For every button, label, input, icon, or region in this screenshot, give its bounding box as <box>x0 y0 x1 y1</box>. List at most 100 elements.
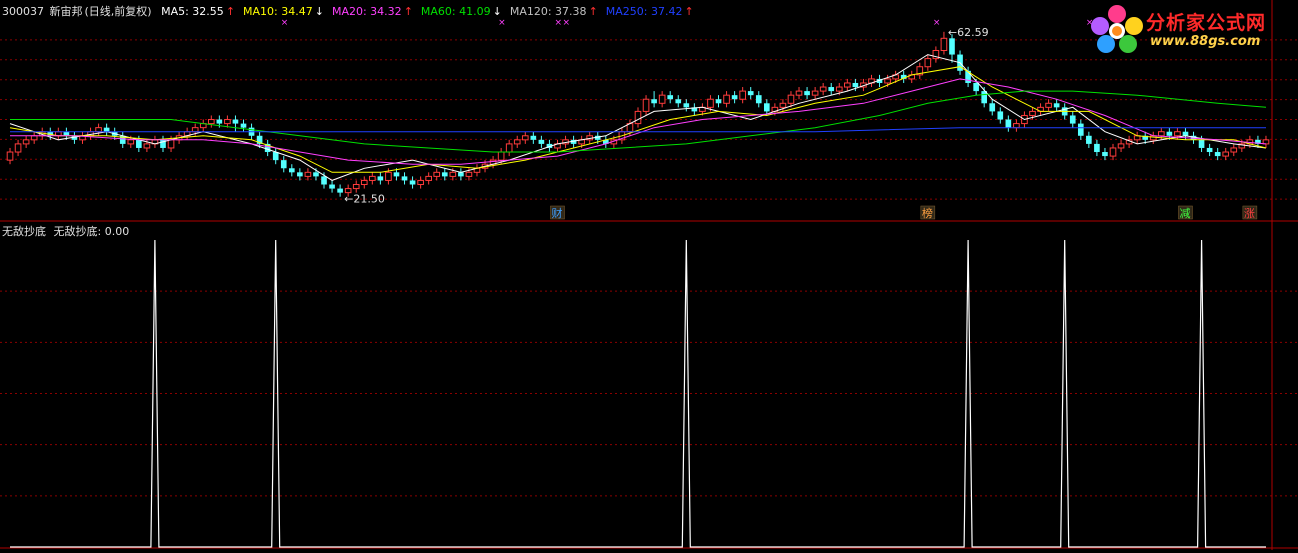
chart-canvas[interactable]: ←62.59←21.50× × × × × ×财榜减涨 <box>0 0 1298 550</box>
candle-body <box>1206 147 1213 153</box>
candle-body <box>1182 131 1189 136</box>
candle-body <box>360 179 368 186</box>
event-label: 榜 <box>922 206 933 220</box>
candle-body <box>787 94 795 104</box>
ma-legend-item: MA20: 34.32 <box>331 5 402 18</box>
ma-legend: MA5: 32.55 ↑ MA10: 34.47 ↓ MA20: 34.32 ↑ MA60:… <box>157 5 698 18</box>
candle-body <box>22 139 30 145</box>
candle-body <box>852 82 859 88</box>
candle-body <box>393 172 400 177</box>
candle-body <box>1230 147 1238 153</box>
candle-body <box>1214 152 1221 157</box>
candle-body <box>449 171 457 177</box>
flower-logo-icon <box>1091 5 1143 53</box>
candle-body <box>763 103 770 112</box>
candle-body <box>667 95 674 100</box>
candle-body <box>433 171 441 177</box>
candle-body <box>30 135 38 141</box>
candle-body <box>505 143 513 153</box>
candle-body <box>1069 115 1076 124</box>
candle-body <box>707 98 714 108</box>
candle-body <box>369 175 376 181</box>
candle-body <box>497 151 505 161</box>
candle-body <box>731 95 738 100</box>
candle-body <box>723 94 730 104</box>
candle-body <box>458 172 464 177</box>
candle-body <box>779 102 787 108</box>
candle-body <box>216 119 223 124</box>
indicator-value: 无敌抄底: 0.00 <box>53 225 130 238</box>
ma-trend-arrow: ↓ <box>314 5 324 18</box>
site-logo[interactable]: 分析家公式网 www.88gs.com <box>1090 4 1290 54</box>
candle-body <box>804 91 810 96</box>
candle-body <box>191 127 199 133</box>
candle-body <box>715 99 722 104</box>
chart-stage[interactable]: ←62.59 ←21.50 × × × × × × 财榜减涨 300037 新宙邦 (日线,前复权… <box>0 0 1298 550</box>
ma-legend-item: MA120: 37.38 <box>509 5 587 18</box>
candle-body <box>989 103 996 112</box>
event-marker: × <box>554 18 562 28</box>
candle-body <box>651 99 657 104</box>
candle-body <box>795 90 803 96</box>
candle-body <box>530 135 537 140</box>
ma-trend-arrow: ↓ <box>492 5 502 18</box>
candle-body <box>973 82 979 92</box>
candle-body <box>1045 102 1052 108</box>
candle-body <box>739 90 746 100</box>
candle-body <box>1109 147 1117 157</box>
candle-body <box>297 172 303 177</box>
candle-body <box>103 127 110 132</box>
candle-body <box>95 127 102 133</box>
candle-body <box>1086 135 1092 144</box>
candle-body <box>538 139 545 144</box>
event-marker: × <box>933 18 941 28</box>
candle-body <box>224 119 231 125</box>
ma-trend-arrow: ↑ <box>588 5 598 18</box>
candle-body <box>232 119 239 124</box>
candle-body <box>207 119 215 125</box>
candle-body <box>1198 139 1205 148</box>
candle-body <box>280 160 287 169</box>
candle-body <box>313 172 319 177</box>
candle-body <box>272 152 279 161</box>
ma-trend-arrow: ↑ <box>684 5 694 18</box>
candle-body <box>417 179 424 186</box>
event-label: 财 <box>551 206 562 220</box>
candle-body <box>441 172 448 177</box>
candle-body <box>329 184 335 189</box>
candle-body <box>1029 110 1036 116</box>
candle-body <box>1174 131 1181 137</box>
candle-body <box>288 168 295 173</box>
candle-body <box>642 98 650 112</box>
logo-url[interactable]: www.88gs.com <box>1150 34 1260 49</box>
high-price-label: ←62.59 <box>948 26 989 39</box>
candle-body <box>304 171 312 177</box>
ma-legend-item: MA250: 37.42 <box>605 5 683 18</box>
candle-body <box>337 188 343 193</box>
candle-body <box>675 99 682 104</box>
candle-body <box>352 184 360 190</box>
candle-body <box>811 90 819 96</box>
event-label: 涨 <box>1244 207 1255 220</box>
candle-body <box>377 176 384 181</box>
stock-name: 新宙邦 <box>49 5 83 18</box>
candle-body <box>884 78 891 84</box>
candle-body <box>1013 123 1020 129</box>
candle-body <box>844 82 851 88</box>
low-price-label: ←21.50 <box>344 193 385 206</box>
candle-body <box>136 139 142 148</box>
candle-body <box>1157 131 1165 137</box>
candle-body <box>1117 143 1125 149</box>
candle-body <box>513 139 521 145</box>
candle-body <box>385 171 392 181</box>
event-marker: × <box>281 18 289 28</box>
candle-body <box>240 123 247 128</box>
period-label: (日线,前复权) <box>84 5 152 18</box>
candle-body <box>143 143 151 149</box>
indicator-header: 无敌抄底 无敌抄底: 0.00 <box>2 223 129 239</box>
chart-header: 300037 新宙邦 (日线,前复权) MA5: 32.55 ↑ MA10: 34.4… <box>2 3 700 19</box>
ma-legend-item: MA60: 41.09 <box>420 5 491 18</box>
candle-body <box>1005 119 1012 128</box>
candle-body <box>683 103 690 108</box>
candle-body <box>1077 123 1084 136</box>
